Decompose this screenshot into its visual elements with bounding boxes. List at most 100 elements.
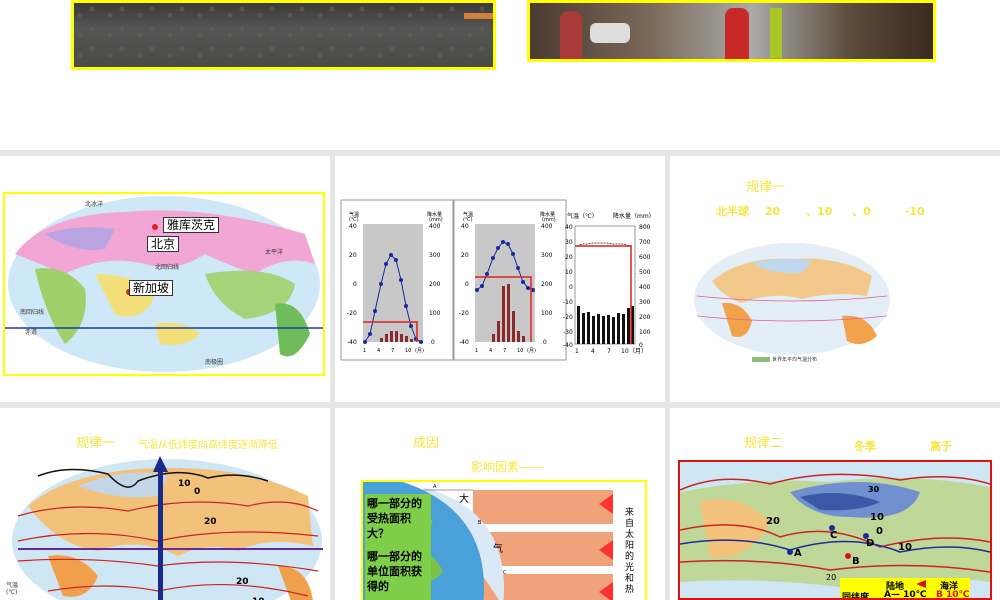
point-c: C [503, 570, 507, 576]
table-cell-sea: B 10℃ [936, 590, 970, 600]
air-label-1: 大 [459, 492, 469, 505]
slide-world-map-cities[interactable]: 赤道 北回归线 南回归线 南极圈 北冰洋 太平洋 雅库茨克 北京 新加坡 [0, 156, 330, 402]
chart3-rain-label: 降水量（mm） [613, 212, 655, 220]
climate-charts-svg: 气温 (℃) 降水量 (mm) 40200 -20-40 400300200 1… [340, 199, 655, 361]
rule1b-title: 规律一 [76, 436, 116, 451]
comparison-table: 陆地 海洋 同纬度 A— 10℃ B 10℃ [840, 578, 970, 600]
iso-label-20b: 20 [236, 577, 249, 587]
svg-text:40: 40 [565, 224, 573, 231]
svg-text:700: 700 [639, 239, 651, 246]
svg-text:400: 400 [639, 284, 651, 291]
svg-text:7: 7 [607, 348, 611, 355]
svg-text:10: 10 [621, 348, 629, 355]
table-row-label: 同纬度 [842, 593, 870, 600]
svg-text:300: 300 [639, 299, 651, 306]
rule2-iso-0: 0 [876, 526, 883, 537]
world-temperature-map [694, 243, 890, 355]
svg-text:40: 40 [349, 223, 357, 230]
slide-climate-charts[interactable]: 气温 (℃) 降水量 (mm) 40 20 0 -20 -40 400 300 200 1… [335, 156, 665, 402]
ocean-label-2: 太平洋 [265, 248, 283, 256]
svg-text:20: 20 [461, 252, 469, 259]
svg-text:100: 100 [429, 310, 441, 317]
rule2-iso-10b: 10 [898, 542, 912, 553]
point-d-rule2: D [866, 538, 874, 549]
ocean-label-1: 北冰洋 [85, 200, 103, 208]
svg-text:4: 4 [377, 348, 380, 354]
rule2-iso-10a: 10 [870, 512, 884, 523]
chart3-temp-label: 气温（℃） [567, 212, 598, 220]
rule2-iso-20: 20 [766, 516, 780, 527]
slide-cause[interactable]: 成因 影响因素—— A B C 大 气 哪一部分的受热面积大？ 哪一部分的单位面… [335, 408, 665, 600]
svg-text:-10: -10 [563, 299, 573, 306]
svg-text:1: 1 [475, 348, 478, 354]
svg-text:400: 400 [429, 223, 441, 230]
svg-text:1: 1 [575, 348, 579, 355]
svg-text:-30: -30 [563, 329, 573, 336]
svg-text:10: 10 [565, 269, 573, 276]
iso-label-10a: 10 [178, 479, 191, 489]
svg-text:0: 0 [353, 281, 357, 288]
svg-text:10: 10 [517, 348, 523, 354]
svg-text:200: 200 [639, 314, 651, 321]
svg-text:-20: -20 [347, 310, 357, 317]
point-b-rule2: B [852, 556, 860, 567]
slide-rule-one-map[interactable]: 规律一 北半球 20 、10 、0 -10 世界年平均气温分布 [670, 156, 1000, 402]
svg-text:(月): (月) [527, 348, 536, 354]
rule2-map-frame: 30 20 10 0 10 20 A B C D 陆地 海洋 同纬度 A— 10… [678, 460, 992, 600]
svg-text:0: 0 [465, 281, 469, 288]
point-b: B [478, 520, 482, 526]
svg-text:-40: -40 [347, 339, 357, 346]
svg-text:20: 20 [349, 252, 357, 259]
svg-text:0: 0 [543, 339, 547, 346]
rule2-higher: 高于 [930, 440, 952, 453]
rule2-iso-30: 30 [868, 485, 880, 494]
svg-text:30: 30 [565, 239, 573, 246]
cause-diagram: A B C 大 气 哪一部分的受热面积大？ 哪一部分的单位面积获得的 来自太阳的… [361, 480, 647, 600]
svg-text:500: 500 [639, 269, 651, 276]
point-a-rule2: A [794, 548, 802, 559]
svg-text:600: 600 [639, 254, 651, 261]
isotherm-map: 10 0 20 20 10 [12, 456, 323, 600]
svg-text:10: 10 [405, 348, 411, 354]
rule2-iso-20b: 20 [826, 573, 836, 582]
slide-rule-one-isotherms[interactable]: 规律一 气温从低纬度向高纬度逐渐降低 10 0 20 20 10 气温(℃) [0, 408, 330, 600]
table-cell-land: A— 10℃ [884, 590, 927, 600]
street-photo-right[interactable] [527, 0, 936, 62]
svg-text:0: 0 [431, 339, 435, 346]
svg-text:（月）: （月） [629, 348, 647, 355]
rule1b-subtitle: 气温从低纬度向高纬度逐渐降低 [138, 440, 278, 451]
city-label-singapore: 新加坡 [129, 280, 174, 296]
rule1-iso-10: 、10 [806, 205, 833, 218]
svg-text:100: 100 [541, 310, 553, 317]
svg-text:300: 300 [429, 252, 441, 259]
svg-text:-40: -40 [459, 339, 469, 346]
street-photo-left[interactable] [71, 0, 496, 70]
svg-text:-20: -20 [459, 310, 469, 317]
tropic-s-label: 南回归线 [20, 308, 44, 316]
rule1-iso-0: 、0 [852, 205, 871, 218]
svg-text:20: 20 [565, 254, 573, 261]
antarctic-label: 南极圈 [205, 358, 223, 366]
rule1-line: 北半球 20 、10 、0 -10 [716, 203, 925, 219]
svg-text:(月): (月) [415, 348, 424, 354]
cause-subtitle: 影响因素—— [471, 460, 544, 474]
slide-rule-two[interactable]: 规律二 冬季 高于 30 20 10 0 10 20 A B C D 陆地 海洋… [670, 408, 1000, 600]
svg-text:200: 200 [429, 281, 441, 288]
air-label-2: 气 [493, 542, 503, 555]
rule2-title: 规律二 [744, 436, 784, 451]
svg-text:4: 4 [591, 348, 595, 355]
rule1b-legend-label: 气温(℃) [6, 582, 19, 596]
rule1-iso-20: 20 [764, 205, 781, 218]
svg-text:1: 1 [363, 348, 366, 354]
sun-energy-label: 来自太阳的光和热 [625, 508, 635, 595]
svg-text:7: 7 [391, 348, 394, 354]
svg-text:100: 100 [639, 329, 651, 336]
question-1: 哪一部分的受热面积大？ [367, 497, 422, 540]
city-label-yakutsk: 雅库茨克 [163, 217, 220, 233]
svg-text:400: 400 [541, 223, 553, 230]
rule1-hemisphere: 北半球 [716, 205, 749, 218]
question-box: 哪一部分的受热面积大？ 哪一部分的单位面积获得的 [365, 494, 431, 600]
point-a: A [433, 484, 437, 490]
svg-text:0: 0 [569, 284, 573, 291]
rule1-title: 规律一 [746, 180, 786, 195]
